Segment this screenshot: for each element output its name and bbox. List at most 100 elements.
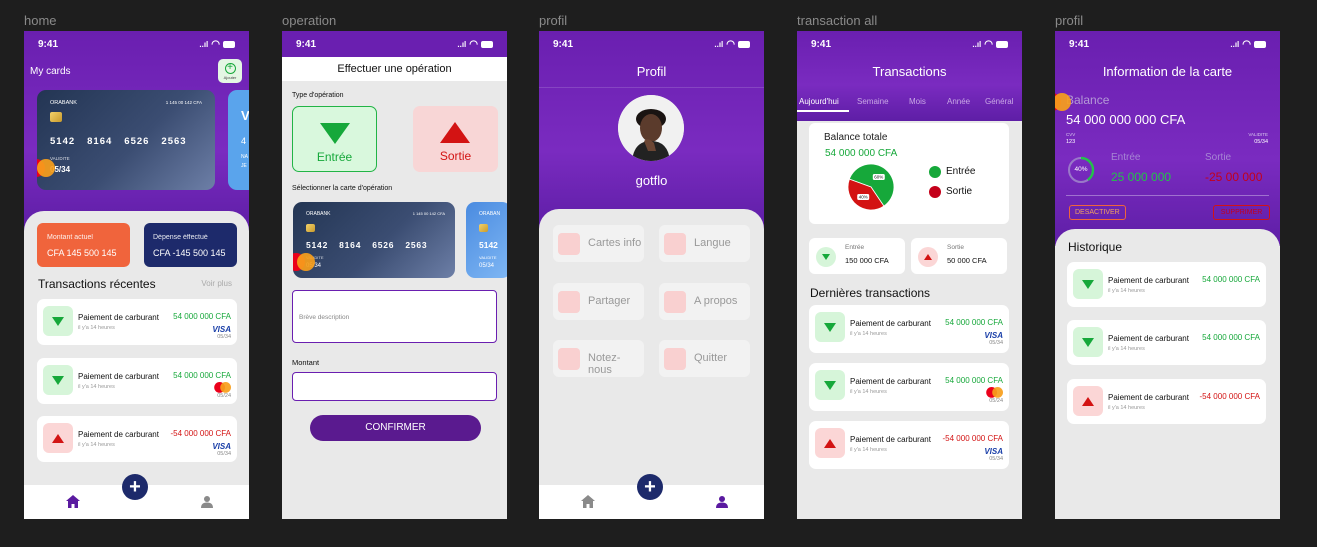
tab-general[interactable]: Général xyxy=(985,97,1013,106)
history-time: il y'a 14 heures xyxy=(1108,405,1145,411)
menu-tile-cards-info[interactable]: Cartes info xyxy=(553,225,644,262)
wifi-icon: ◠ xyxy=(469,38,478,50)
transaction-item[interactable]: Paiement de carburant il y'a 14 heures -… xyxy=(809,421,1009,469)
income-label: Entrée xyxy=(845,244,865,251)
tab-today[interactable]: Aujourd'hui xyxy=(799,97,839,106)
status-icons: ..ıl ◠ xyxy=(457,39,493,50)
balance-pie-chart: 60% 40% xyxy=(847,163,895,211)
wifi-icon: ◠ xyxy=(726,38,735,50)
operation-card-secondary[interactable]: ORABAN 5142 VALIDITE 05/34 xyxy=(466,202,507,278)
card-number-group: 8164 xyxy=(339,240,362,250)
current-amount-value: CFA 145 500 145 xyxy=(47,248,117,258)
transaction-item[interactable]: Paiement de carburant il y'a 14 heures 5… xyxy=(37,299,237,345)
legend-label-in: Entrée xyxy=(946,166,976,177)
expense-value: CFA -145 500 145 xyxy=(153,248,226,258)
expense-summary: Sortie 50 000 CFA xyxy=(911,238,1007,274)
home-icon[interactable] xyxy=(66,495,80,508)
status-bar: 9:41 ..ıl ◠ xyxy=(24,31,249,57)
last-transactions-title: Dernières transactions xyxy=(810,286,931,300)
avatar[interactable] xyxy=(618,95,684,161)
frame-label-card-info: profil xyxy=(1055,13,1084,28)
menu-tile-icon xyxy=(664,348,686,370)
outgoing-arrow-icon xyxy=(43,423,73,453)
incoming-arrow-icon xyxy=(815,312,845,342)
incoming-arrow-icon xyxy=(815,370,845,400)
menu-tile-rate[interactable]: Notez-nous xyxy=(553,340,644,377)
cvv-value: 123 xyxy=(1066,139,1076,145)
operation-card[interactable]: ORABANK 1 145 00 142 CFA 5142 8164 6526 … xyxy=(293,202,455,278)
tab-week[interactable]: Semaine xyxy=(857,97,889,106)
transaction-item[interactable]: Paiement de carburant il y'a 14 heures 5… xyxy=(809,363,1009,411)
card-info-divider xyxy=(1066,195,1269,196)
card2-letter: V xyxy=(241,108,249,123)
home-icon[interactable] xyxy=(581,495,595,508)
card-number-group: 2563 xyxy=(161,136,187,147)
transaction-item[interactable]: Paiement de carburant il y'a 14 heures 5… xyxy=(809,305,1009,353)
progress-percent: 40% xyxy=(1074,166,1088,173)
card-info-balance-label: Balance xyxy=(1066,93,1110,107)
menu-tile-share[interactable]: Partager xyxy=(553,283,644,320)
history-item[interactable]: Paiement de carburant il y'a 14 heures 5… xyxy=(1067,262,1266,307)
confirm-button[interactable]: CONFIRMER xyxy=(310,415,481,441)
see-more-link[interactable]: Voir plus xyxy=(201,279,232,288)
description-placeholder: Brève description xyxy=(299,314,350,321)
status-icons: ..ıl ◠ xyxy=(1230,39,1266,50)
card-out-value: -25 00 000 xyxy=(1205,170,1263,184)
entry-type-button[interactable]: Entrée xyxy=(292,106,377,172)
card-number: 5142 8164 6526 2563 xyxy=(306,240,427,250)
transaction-time: il y'a 14 heures xyxy=(78,384,115,390)
history-item[interactable]: Paiement de carburant il y'a 14 heures 5… xyxy=(1067,320,1266,365)
tab-indicator xyxy=(797,110,849,112)
menu-tile-icon xyxy=(664,291,686,313)
menu-tile-about[interactable]: A propos xyxy=(659,283,750,320)
signal-icon: ..ıl xyxy=(457,39,467,49)
description-input[interactable]: Brève description xyxy=(292,290,497,343)
card-in-value: 25 000 000 xyxy=(1111,170,1172,184)
expense-value: 50 000 CFA xyxy=(947,256,987,265)
income-value: 150 000 CFA xyxy=(845,256,889,265)
amount-input[interactable] xyxy=(292,372,497,401)
menu-tile-label: Partager xyxy=(588,295,631,307)
history-title: Historique xyxy=(1068,240,1123,254)
signal-icon: ..ıl xyxy=(972,39,982,49)
user-icon[interactable] xyxy=(715,495,729,508)
card-balance: 1 145 00 142 CFA xyxy=(412,211,445,216)
tab-month[interactable]: Mois xyxy=(909,97,926,106)
add-card-button[interactable]: + Ajouter xyxy=(218,59,242,83)
menu-tile-icon xyxy=(558,291,580,313)
profile-divider xyxy=(539,87,764,88)
card-in-label: Entrée xyxy=(1111,152,1141,163)
menu-tile-quit[interactable]: Quitter xyxy=(659,340,750,377)
transaction-item[interactable]: Paiement de carburant il y'a 14 heures -… xyxy=(37,416,237,462)
legend-swatch-in xyxy=(929,166,941,178)
expense-label: Dépense éffectué xyxy=(153,234,208,241)
card-number-group: 6526 xyxy=(124,136,150,147)
bank-card-secondary[interactable]: V 4 NA JE xyxy=(228,90,249,190)
transaction-name: Paiement de carburant xyxy=(850,377,931,386)
add-transaction-button[interactable]: + xyxy=(122,474,148,500)
card2-validity-label: VALIDITE xyxy=(479,255,497,260)
card-chip-icon xyxy=(50,112,62,122)
history-item[interactable]: Paiement de carburant il y'a 14 heures -… xyxy=(1067,379,1266,424)
tab-year[interactable]: Année xyxy=(947,97,970,106)
menu-tile-label: Cartes info xyxy=(588,237,642,249)
transaction-time: il y'a 14 heures xyxy=(850,389,887,395)
incoming-arrow-icon xyxy=(43,365,73,395)
card-bank-name: ORABANK xyxy=(306,211,331,217)
signal-icon: ..ıl xyxy=(714,39,724,49)
add-circle-icon: + xyxy=(224,62,236,74)
deactivate-button[interactable]: DESACTIVER xyxy=(1069,205,1126,220)
battery-icon xyxy=(1254,40,1266,48)
delete-button[interactable]: SUPPRIMER xyxy=(1213,205,1270,220)
mastercard-icon xyxy=(986,387,1003,398)
menu-tile-language[interactable]: Langue xyxy=(659,225,750,262)
down-arrow-icon xyxy=(320,123,350,144)
exit-type-button[interactable]: Sortie xyxy=(413,106,498,172)
transaction-item[interactable]: Paiement de carburant il y'a 14 heures 5… xyxy=(37,358,237,404)
user-icon[interactable] xyxy=(200,495,214,508)
card2-je: JE xyxy=(241,163,247,169)
status-time: 9:41 xyxy=(38,38,59,50)
add-transaction-button[interactable]: + xyxy=(637,474,663,500)
bank-card[interactable]: ORABANK 1 145 00 142 CFA 5142 8164 6526 … xyxy=(37,90,215,190)
balance-label: Balance totale xyxy=(824,132,888,143)
